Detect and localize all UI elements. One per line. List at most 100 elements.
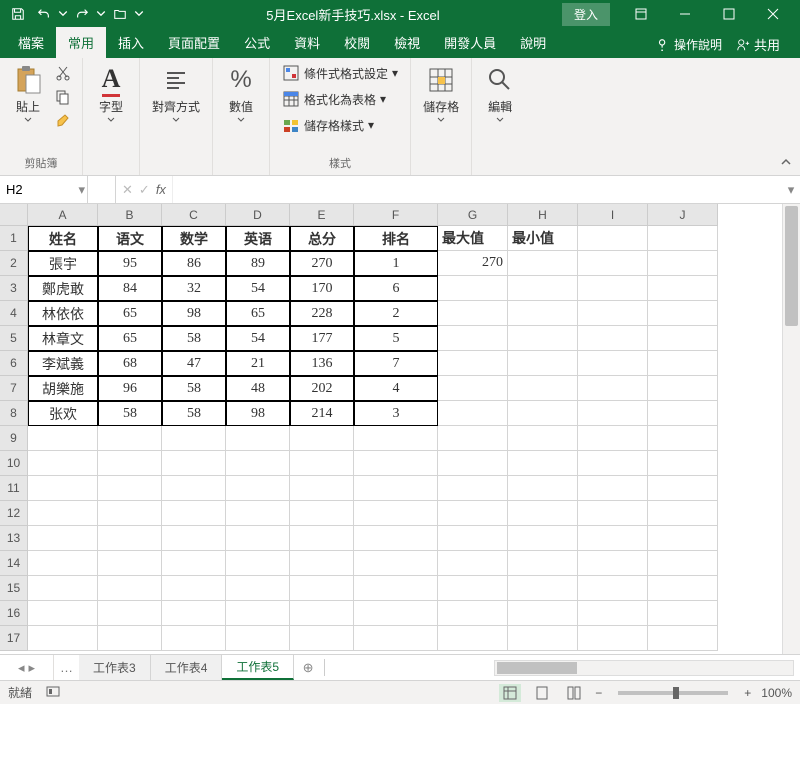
row-header-17[interactable]: 17 [0, 626, 28, 651]
font-button[interactable]: A 字型 [91, 62, 131, 124]
macro-record-icon[interactable] [46, 684, 60, 701]
cell-D15[interactable] [226, 576, 290, 601]
cell-G11[interactable] [438, 476, 508, 501]
cell-I2[interactable] [578, 251, 648, 276]
row-header-5[interactable]: 5 [0, 326, 28, 351]
cell-I14[interactable] [578, 551, 648, 576]
row-header-9[interactable]: 9 [0, 426, 28, 451]
cell-A8[interactable]: 张欢 [28, 401, 98, 426]
row-header-7[interactable]: 7 [0, 376, 28, 401]
cell-F9[interactable] [354, 426, 438, 451]
sheet-tab-4[interactable]: 工作表4 [151, 655, 223, 680]
cell-G9[interactable] [438, 426, 508, 451]
cell-B7[interactable]: 96 [98, 376, 162, 401]
cell-E8[interactable]: 214 [290, 401, 354, 426]
cell-G12[interactable] [438, 501, 508, 526]
cell-C7[interactable]: 58 [162, 376, 226, 401]
undo-dropdown[interactable] [58, 2, 68, 26]
row-header-8[interactable]: 8 [0, 401, 28, 426]
tab-review[interactable]: 校閱 [332, 27, 382, 58]
cell-J15[interactable] [648, 576, 718, 601]
cell-F6[interactable]: 7 [354, 351, 438, 376]
tab-layout[interactable]: 頁面配置 [156, 27, 232, 58]
sign-in-button[interactable]: 登入 [562, 3, 610, 26]
cell-B15[interactable] [98, 576, 162, 601]
cell-H5[interactable] [508, 326, 578, 351]
cell-J12[interactable] [648, 501, 718, 526]
cell-H12[interactable] [508, 501, 578, 526]
cell-E14[interactable] [290, 551, 354, 576]
cell-B2[interactable]: 95 [98, 251, 162, 276]
cell-A10[interactable] [28, 451, 98, 476]
cell-D7[interactable]: 48 [226, 376, 290, 401]
cell-D5[interactable]: 54 [226, 326, 290, 351]
cell-H6[interactable] [508, 351, 578, 376]
column-header-H[interactable]: H [508, 204, 578, 226]
cell-I17[interactable] [578, 626, 648, 651]
sheet-tab-5[interactable]: 工作表5 [222, 655, 294, 680]
cell-B12[interactable] [98, 501, 162, 526]
cut-button[interactable] [52, 62, 74, 84]
cancel-formula-icon[interactable]: ✕ [122, 182, 133, 198]
cell-F4[interactable]: 2 [354, 301, 438, 326]
cell-G7[interactable] [438, 376, 508, 401]
cell-C17[interactable] [162, 626, 226, 651]
cell-I8[interactable] [578, 401, 648, 426]
cell-E6[interactable]: 136 [290, 351, 354, 376]
cell-G5[interactable] [438, 326, 508, 351]
cell-I13[interactable] [578, 526, 648, 551]
cell-G8[interactable] [438, 401, 508, 426]
cell-F3[interactable]: 6 [354, 276, 438, 301]
cell-E17[interactable] [290, 626, 354, 651]
cell-B11[interactable] [98, 476, 162, 501]
sheet-overflow[interactable]: … [54, 655, 79, 680]
cell-C9[interactable] [162, 426, 226, 451]
cell-J10[interactable] [648, 451, 718, 476]
tab-view[interactable]: 檢視 [382, 27, 432, 58]
cell-F17[interactable] [354, 626, 438, 651]
cell-F12[interactable] [354, 501, 438, 526]
cell-E4[interactable]: 228 [290, 301, 354, 326]
cell-D14[interactable] [226, 551, 290, 576]
cell-A3[interactable]: 鄭虎敢 [28, 276, 98, 301]
cell-G1[interactable]: 最大值 [438, 226, 508, 251]
cell-B9[interactable] [98, 426, 162, 451]
cells-button[interactable]: 儲存格 [419, 62, 463, 124]
cell-J16[interactable] [648, 601, 718, 626]
cell-E15[interactable] [290, 576, 354, 601]
cell-H3[interactable] [508, 276, 578, 301]
cell-G14[interactable] [438, 551, 508, 576]
cell-H4[interactable] [508, 301, 578, 326]
cell-A2[interactable]: 張宇 [28, 251, 98, 276]
cell-H2[interactable] [508, 251, 578, 276]
cell-A11[interactable] [28, 476, 98, 501]
cell-A14[interactable] [28, 551, 98, 576]
cell-A6[interactable]: 李斌義 [28, 351, 98, 376]
row-header-12[interactable]: 12 [0, 501, 28, 526]
cell-C3[interactable]: 32 [162, 276, 226, 301]
zoom-out-button[interactable]: − [595, 686, 602, 700]
cell-E5[interactable]: 177 [290, 326, 354, 351]
cell-H15[interactable] [508, 576, 578, 601]
cell-J7[interactable] [648, 376, 718, 401]
cell-C15[interactable] [162, 576, 226, 601]
tab-insert[interactable]: 插入 [106, 27, 156, 58]
select-all-button[interactable] [0, 204, 28, 226]
conditional-formatting-button[interactable]: 條件式格式設定▾ [278, 62, 402, 84]
cell-J9[interactable] [648, 426, 718, 451]
cell-C10[interactable] [162, 451, 226, 476]
tab-help[interactable]: 說明 [508, 27, 558, 58]
name-box[interactable]: ▾ [0, 176, 88, 203]
view-normal-button[interactable] [499, 684, 521, 702]
column-header-I[interactable]: I [578, 204, 648, 226]
cell-D2[interactable]: 89 [226, 251, 290, 276]
cell-C2[interactable]: 86 [162, 251, 226, 276]
cell-B14[interactable] [98, 551, 162, 576]
view-page-layout-button[interactable] [531, 684, 553, 702]
column-header-J[interactable]: J [648, 204, 718, 226]
cell-A7[interactable]: 胡樂施 [28, 376, 98, 401]
cell-F7[interactable]: 4 [354, 376, 438, 401]
redo-button[interactable] [70, 2, 94, 26]
row-header-10[interactable]: 10 [0, 451, 28, 476]
cell-D8[interactable]: 98 [226, 401, 290, 426]
